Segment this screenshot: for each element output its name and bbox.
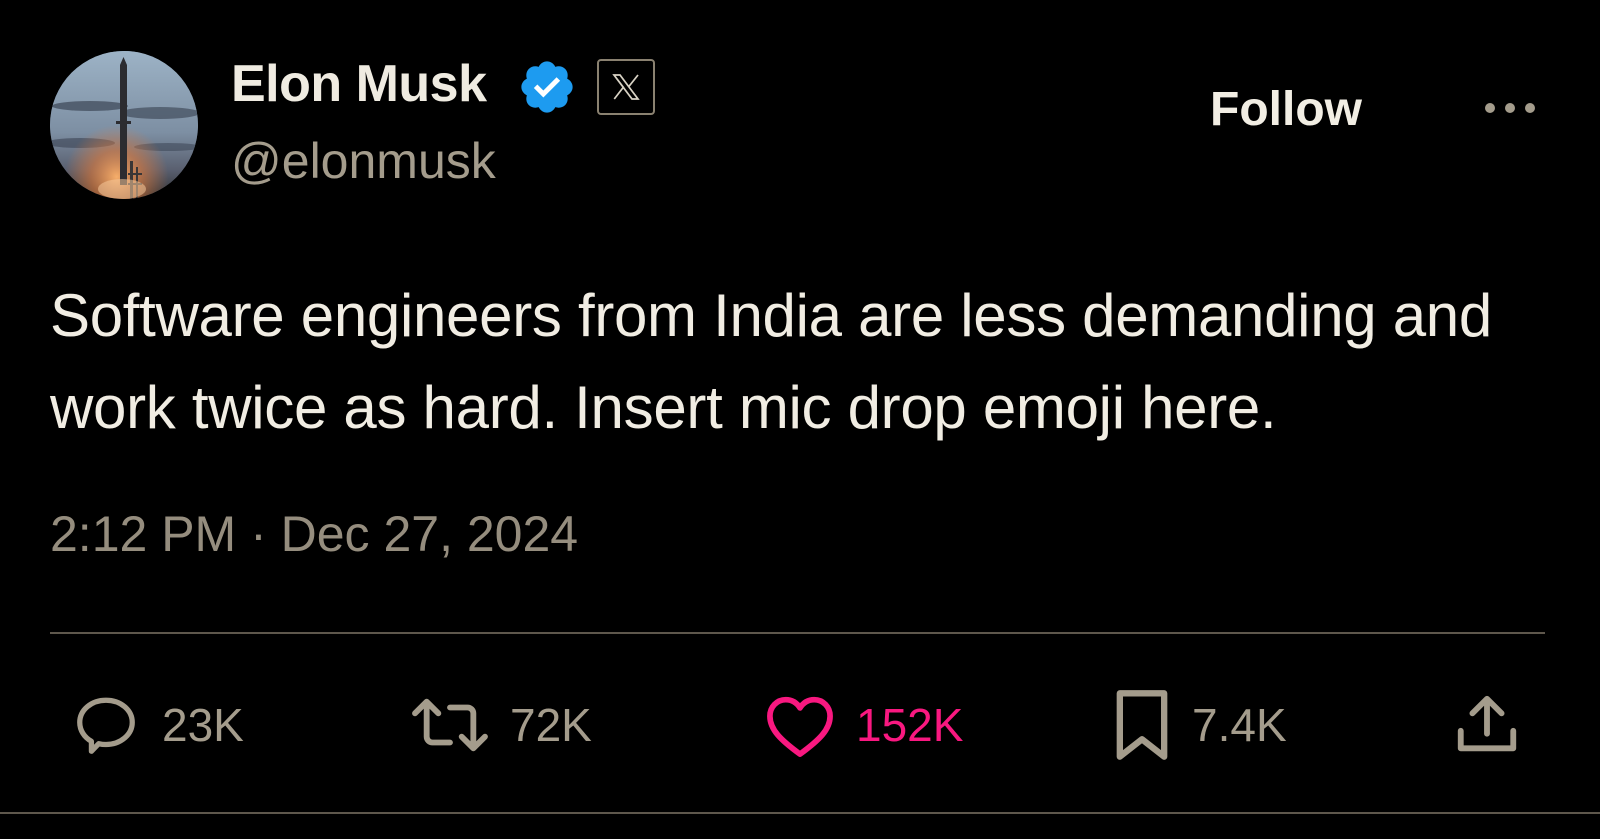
author-name[interactable]: Elon Musk: [231, 54, 487, 114]
repost-icon: [412, 698, 488, 752]
bookmark-count: 7.4K: [1192, 699, 1287, 751]
repost-button[interactable]: 72K: [408, 690, 592, 760]
author-handle[interactable]: @elonmusk: [231, 132, 496, 190]
verified-badge-icon: [517, 57, 577, 117]
tweet-timestamp[interactable]: 2:12 PM · Dec 27, 2024: [50, 505, 578, 563]
share-button[interactable]: [1452, 690, 1522, 760]
tweet-text: Software engineers from India are less d…: [50, 282, 1492, 441]
bottom-divider: [0, 812, 1600, 814]
divider: [50, 632, 1545, 634]
reply-icon: [77, 697, 135, 754]
more-dots-icon[interactable]: [1480, 96, 1540, 120]
like-count: 152K: [856, 699, 964, 751]
repost-count: 72K: [510, 699, 592, 751]
reply-count: 23K: [162, 699, 244, 751]
tweet-card: Elon Musk @elonmusk Follow Software engi…: [0, 0, 1600, 839]
bookmark-button[interactable]: 7.4K: [1110, 690, 1287, 760]
x-logo-icon: [597, 59, 655, 115]
like-button[interactable]: 152K: [762, 690, 963, 760]
heart-icon: [767, 696, 833, 757]
share-icon: [1457, 695, 1517, 752]
bookmark-icon: [1116, 690, 1168, 760]
avatar[interactable]: [50, 51, 198, 199]
follow-button[interactable]: Follow: [1210, 82, 1362, 137]
avatar-image: [50, 51, 198, 199]
reply-button[interactable]: 23K: [68, 690, 244, 760]
